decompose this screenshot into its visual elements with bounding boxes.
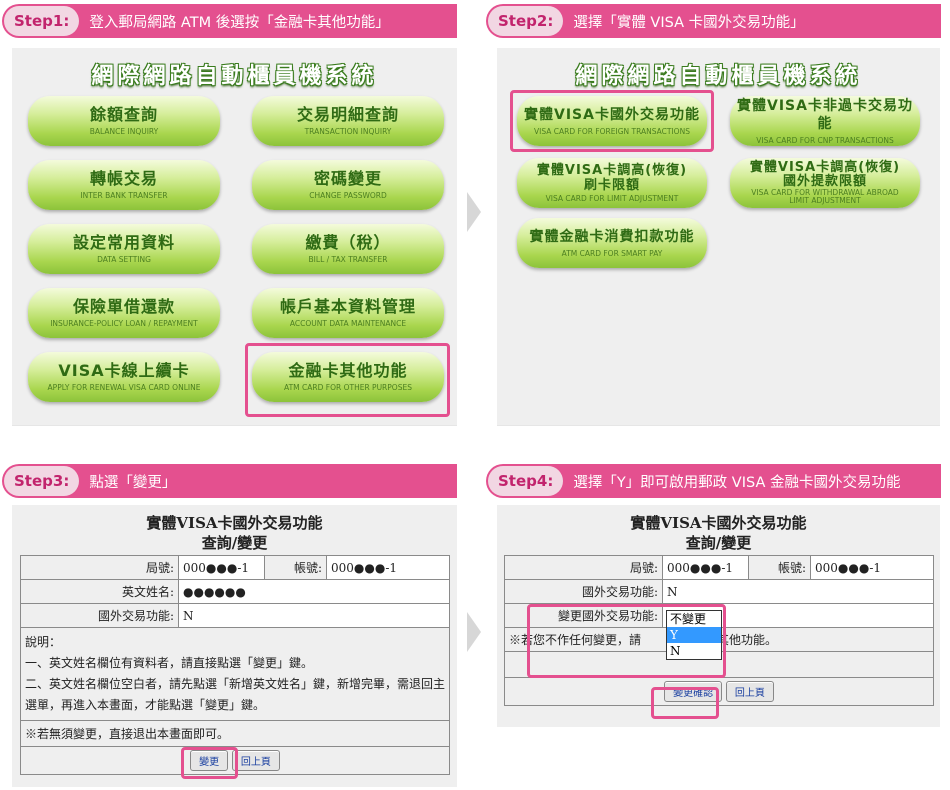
- back-button[interactable]: 回上頁: [231, 750, 280, 771]
- insurance-loan-button[interactable]: 保險單借還款 INSURANCE-POLICY LOAN / REPAYMENT: [28, 288, 220, 338]
- branch-value: 000●●●-1: [178, 555, 265, 580]
- back-button[interactable]: 回上頁: [725, 681, 774, 702]
- foreign-function-label: 國外交易功能:: [20, 603, 179, 628]
- inter-bank-transfer-button[interactable]: 轉帳交易 INTER BANK TRANSFER: [28, 160, 220, 210]
- step2-title: 選擇「實體 VISA 卡國外交易功能」: [573, 14, 805, 31]
- visa-withdrawal-limit-button[interactable]: 實體VISA卡調高(恢復) 國外提款限額 VISA CARD FOR WITHDRA…: [730, 158, 920, 208]
- arrow-right-icon: [467, 192, 481, 232]
- step1-badge: Step1:: [4, 6, 80, 36]
- step4-header: Step4: 選擇「Y」即可啟用郵政 VISA 金融卡國外交易功能: [486, 464, 941, 498]
- step3-form-table: 局號: 000●●●-1 帳號: 000●●●-1 英文姓名: ●●●●●● 國…: [20, 555, 450, 775]
- visa-cnp-transactions-button[interactable]: 實體VISA卡非過卡交易功能 VISA CARD FOR CNP TRANSACT…: [730, 96, 920, 146]
- step3-panel: 實體VISA卡國外交易功能 查詢/變更 局號: 000●●●-1 帳號: 000…: [12, 505, 457, 787]
- step2-header: Step2: 選擇「實體 VISA 卡國外交易功能」: [486, 4, 941, 38]
- data-setting-button[interactable]: 設定常用資料 DATA SETTING: [28, 224, 220, 274]
- arrow-right-icon: [467, 612, 481, 652]
- foreign-function-value: N: [662, 579, 934, 604]
- transaction-inquiry-button[interactable]: 交易明細查詢 TRANSACTION INQUIRY: [252, 96, 444, 146]
- step2-panel-title: 網際網路自動櫃員機系統: [575, 64, 862, 89]
- step4-title: 選擇「Y」即可啟用郵政 VISA 金融卡國外交易功能: [573, 474, 901, 491]
- step4-button-row: 變更確認 回上頁: [504, 677, 934, 706]
- step2-badge: Step2:: [488, 6, 564, 36]
- visa-limit-adjustment-button[interactable]: 實體VISA卡調高(恢復) 刷卡限額 VISA CARD FOR LIMIT ADJ…: [517, 158, 707, 208]
- step4-highlight-dropdown: [527, 604, 726, 678]
- atm-smart-pay-button[interactable]: 實體金融卡消費扣款功能 ATM CARD FOR SMART PAY: [517, 218, 707, 268]
- step3-title: 點選「變更」: [89, 474, 177, 491]
- step4-form-title: 實體VISA卡國外交易功能 查詢/變更: [630, 514, 807, 552]
- step1-header: Step1: 登入郵局網路 ATM 後選按「金融卡其他功能」: [2, 4, 457, 38]
- bill-tax-button[interactable]: 繳費（稅） BILL / TAX TRANSFER: [252, 224, 444, 274]
- step4-highlight-confirm: [651, 687, 719, 719]
- english-name-label: 英文姓名:: [20, 579, 179, 604]
- account-data-button[interactable]: 帳戶基本資料管理 ACCOUNT DATA MAINTENANCE: [252, 288, 444, 338]
- step3-form-title: 實體VISA卡國外交易功能 查詢/變更: [146, 514, 323, 552]
- notes: 說明： 一、英文姓名欄位有資料者，請直接點選「變更」鍵。 二、英文姓名欄位空白者…: [20, 627, 450, 721]
- english-name-value: ●●●●●●: [178, 579, 450, 604]
- balance-inquiry-button[interactable]: 餘額查詢 BALANCE INQUIRY: [28, 96, 220, 146]
- step3-badge: Step3:: [4, 466, 80, 496]
- account-value: 000●●●-1: [810, 555, 934, 580]
- branch-value: 000●●●-1: [662, 555, 749, 580]
- foreign-function-value: N: [178, 603, 450, 628]
- branch-label: 局號:: [504, 555, 663, 580]
- step2-highlight: [510, 90, 714, 152]
- visa-renewal-button[interactable]: VISA卡線上續卡 APPLY FOR RENEWAL VISA CARD ONL…: [28, 352, 220, 402]
- step1-title: 登入郵局網路 ATM 後選按「金融卡其他功能」: [89, 14, 390, 31]
- step1-highlight: [245, 343, 450, 417]
- change-password-button[interactable]: 密碼變更 CHANGE PASSWORD: [252, 160, 444, 210]
- step1-panel-title: 網際網路自動櫃員機系統: [91, 64, 378, 89]
- foreign-function-label: 國外交易功能:: [504, 579, 663, 604]
- branch-label: 局號:: [20, 555, 179, 580]
- step3-highlight: [181, 747, 238, 779]
- account-label: 帳號:: [264, 555, 327, 580]
- account-value: 000●●●-1: [326, 555, 450, 580]
- step4-badge: Step4:: [488, 466, 564, 496]
- no-change-note: ※若無須變更，直接退出本畫面即可。: [20, 720, 450, 747]
- step3-header: Step3: 點選「變更」: [2, 464, 457, 498]
- account-label: 帳號:: [748, 555, 811, 580]
